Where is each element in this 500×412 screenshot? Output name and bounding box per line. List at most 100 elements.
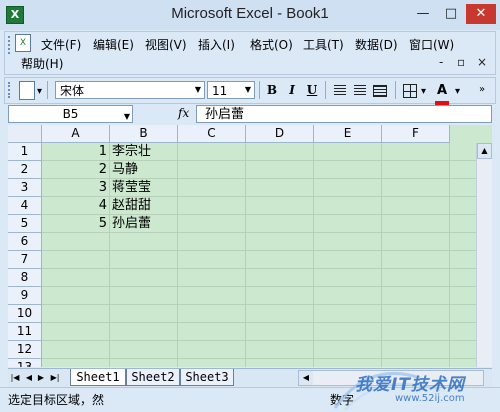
name-box-value: B5 — [62, 107, 79, 121]
cell-b2[interactable]: 马静 — [110, 161, 180, 179]
cell-a4[interactable]: 4 — [42, 197, 110, 215]
row-header-8[interactable]: 8 — [8, 269, 42, 287]
menu-view[interactable]: 视图(V) — [145, 36, 187, 53]
row-header-9[interactable]: 9 — [8, 287, 42, 305]
cell-b4[interactable]: 赵甜甜 — [110, 197, 180, 215]
cell-a5[interactable]: 5 — [42, 215, 110, 233]
tab-sheet2[interactable]: Sheet2 — [126, 369, 180, 386]
watermark-text: 我爱IT技术网 — [355, 375, 465, 395]
row-header-6[interactable]: 6 — [8, 233, 42, 251]
row-header-7[interactable]: 7 — [8, 251, 42, 269]
menu-insert[interactable]: 插入(I) — [198, 36, 235, 53]
toolbar-separator — [47, 81, 48, 99]
cell-a3[interactable]: 3 — [42, 179, 110, 197]
name-box[interactable]: B5 ▼ — [8, 105, 133, 123]
gridline-vertical — [381, 143, 382, 367]
minimize-button[interactable]: — — [410, 4, 436, 24]
tab-sheet1[interactable]: Sheet1 — [70, 369, 126, 386]
row-header-12[interactable]: 12 — [8, 341, 42, 359]
gridline-horizontal — [42, 268, 492, 269]
chevron-down-icon[interactable]: ▼ — [192, 82, 204, 98]
mdi-restore-button[interactable]: ▫ — [457, 55, 465, 69]
row-header-13[interactable]: 13 — [8, 359, 42, 367]
toolbar-separator — [395, 81, 396, 99]
font-size-value: 11 — [212, 84, 228, 98]
menu-format[interactable]: 格式(O) — [250, 36, 293, 53]
toolbar-grip-handle[interactable] — [8, 36, 14, 54]
cell-a2[interactable]: 2 — [42, 161, 110, 179]
cell-a1[interactable]: 1 — [42, 143, 110, 161]
scroll-up-arrow-icon[interactable]: ▲ — [477, 143, 492, 159]
gridline-horizontal — [42, 250, 492, 251]
align-left-button[interactable] — [331, 81, 349, 99]
insert-function-button[interactable]: fx — [178, 106, 189, 120]
borders-icon — [403, 84, 417, 98]
formula-input[interactable]: 孙启蕾 — [196, 105, 492, 123]
font-name-combo[interactable]: 宋体 ▼ — [55, 81, 205, 99]
toolbar-grip-handle[interactable] — [8, 82, 12, 98]
close-button[interactable]: ✕ — [466, 4, 496, 24]
toolbar-separator — [325, 81, 326, 99]
borders-button[interactable] — [401, 81, 419, 99]
prev-sheet-button[interactable]: ◀ — [24, 371, 34, 385]
chevron-down-icon[interactable]: ▾ — [455, 86, 460, 97]
chevron-down-icon[interactable]: ▼ — [124, 108, 130, 125]
menu-tools[interactable]: 工具(T) — [303, 36, 344, 53]
column-header-a[interactable]: A — [42, 125, 110, 143]
row-header-5[interactable]: 5 — [8, 215, 42, 233]
maximize-button[interactable]: □ — [438, 4, 464, 24]
underline-button[interactable]: U — [303, 81, 321, 99]
row-header-11[interactable]: 11 — [8, 323, 42, 341]
select-all-button[interactable] — [8, 125, 42, 143]
menu-data[interactable]: 数据(D) — [355, 36, 398, 53]
row-header-4[interactable]: 4 — [8, 197, 42, 215]
cell-b1[interactable]: 李宗壮 — [110, 143, 180, 161]
gridline-vertical — [313, 143, 314, 367]
font-size-combo[interactable]: 11 ▼ — [207, 81, 255, 99]
align-center-button[interactable] — [351, 81, 369, 99]
gridline-horizontal — [42, 340, 492, 341]
merge-center-icon — [373, 85, 387, 97]
tab-sheet3[interactable]: Sheet3 — [180, 369, 234, 386]
row-header-2[interactable]: 2 — [8, 161, 42, 179]
cell-b5[interactable]: 孙启蕾 — [110, 215, 180, 233]
mdi-minimize-button[interactable]: - — [439, 55, 443, 69]
scroll-left-arrow-icon[interactable]: ◀ — [299, 371, 313, 385]
workbook-icon[interactable]: X — [15, 34, 31, 52]
chevron-down-icon[interactable]: ▾ — [421, 86, 426, 97]
last-sheet-button[interactable]: ▶| — [50, 371, 60, 385]
chevron-down-icon[interactable]: ▼ — [242, 82, 254, 98]
toolbar-overflow-icon[interactable]: » — [479, 84, 485, 95]
row-header-10[interactable]: 10 — [8, 305, 42, 323]
watermark-url: www.52ij.com — [395, 393, 465, 404]
column-header-d[interactable]: D — [246, 125, 314, 143]
formula-bar: B5 ▼ fx 孙启蕾 — [8, 105, 492, 124]
status-mode: 数字 — [330, 393, 355, 407]
bold-button[interactable]: B — [263, 81, 281, 99]
toolbar-overflow-icon[interactable]: ▾ — [37, 86, 42, 97]
status-message: 选定目标区域，然 — [8, 393, 105, 407]
gridline-horizontal — [42, 322, 492, 323]
menu-help[interactable]: 帮助(H) — [21, 55, 63, 72]
row-header-3[interactable]: 3 — [8, 179, 42, 197]
formatting-toolbar: ▾ 宋体 ▼ 11 ▼ B I U ▾ A ▾ » — [4, 77, 496, 105]
italic-button[interactable]: I — [283, 81, 301, 99]
vertical-scrollbar[interactable]: ▲ — [476, 143, 492, 367]
column-header-b[interactable]: B — [110, 125, 178, 143]
merge-center-button[interactable] — [371, 81, 389, 99]
next-sheet-button[interactable]: ▶ — [36, 371, 46, 385]
first-sheet-button[interactable]: |◀ — [10, 371, 20, 385]
new-document-icon[interactable] — [19, 81, 35, 100]
menu-edit[interactable]: 编辑(E) — [93, 36, 134, 53]
menu-window[interactable]: 窗口(W) — [409, 36, 454, 53]
mdi-close-button[interactable]: × — [477, 55, 487, 69]
menu-file[interactable]: 文件(F) — [41, 36, 81, 53]
title-bar[interactable]: X Microsoft Excel - Book1 — □ ✕ — [0, 0, 500, 30]
column-header-f[interactable]: F — [382, 125, 450, 143]
worksheet-grid[interactable]: ABCDEF 1 2 3 4 5 6 7 8 9 10 11 12 13 1 李宗壮 2 马静 3 蒋莹莹 4 赵甜甜… — [8, 125, 492, 367]
column-header-c[interactable]: C — [178, 125, 246, 143]
column-header-e[interactable]: E — [314, 125, 382, 143]
row-header-1[interactable]: 1 — [8, 143, 42, 161]
cell-b3[interactable]: 蒋莹莹 — [110, 179, 180, 197]
font-color-button[interactable]: A — [433, 81, 451, 105]
